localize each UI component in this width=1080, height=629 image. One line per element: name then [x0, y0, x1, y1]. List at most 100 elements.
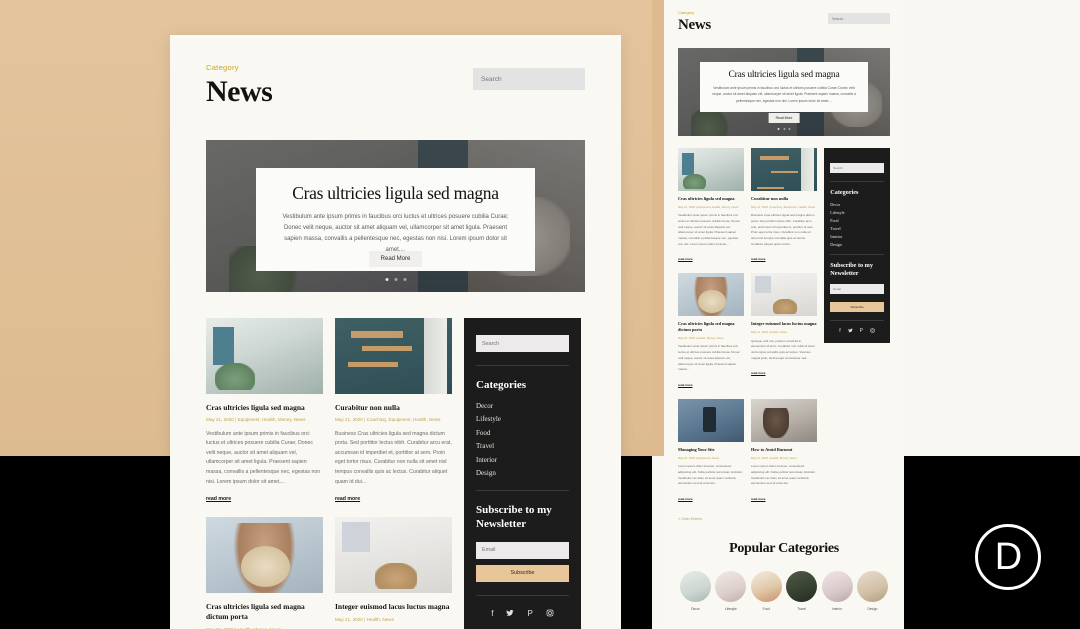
- sidebar-item-travel[interactable]: Travel: [476, 442, 569, 450]
- sidebar-item-food[interactable]: Food: [830, 218, 884, 223]
- page-header: Category News: [206, 63, 585, 108]
- post-read-more-link[interactable]: read more: [751, 497, 766, 501]
- post-thumbnail[interactable]: [751, 273, 817, 317]
- sidebar-item-food[interactable]: Food: [476, 429, 569, 437]
- post-meta: May 21, 2020 | Coaching, Equipment, Heal…: [751, 204, 816, 209]
- post-title[interactable]: How to Avoid Burnout: [751, 447, 817, 453]
- category-thumbnail[interactable]: [750, 570, 782, 602]
- post-card[interactable]: Cras ultricies ligula sed magna dictum p…: [206, 517, 323, 629]
- category-thumbnail[interactable]: [715, 570, 747, 602]
- post-thumbnail[interactable]: [335, 517, 452, 594]
- category-label: Category: [206, 63, 239, 72]
- post-thumbnail[interactable]: [335, 317, 452, 394]
- post-title[interactable]: Cras ultricies ligula sed magna dictum p…: [206, 602, 323, 622]
- post-read-more-link[interactable]: read more: [751, 371, 766, 375]
- post-read-more-link[interactable]: read more: [335, 496, 360, 502]
- instagram-icon[interactable]: [870, 328, 875, 335]
- sidebar-item-design[interactable]: Design: [476, 469, 569, 477]
- popular-category-interior[interactable]: Interior: [821, 570, 853, 611]
- hero-dot-2[interactable]: [783, 128, 785, 130]
- hero-slider-small[interactable]: Cras ultricies ligula sed magna Vestibul…: [678, 48, 890, 136]
- post-thumbnail[interactable]: [751, 148, 817, 191]
- post-title[interactable]: Cras ultricies ligula sed magna: [678, 196, 744, 202]
- sidebar-categories-heading-small: Categories: [830, 189, 859, 196]
- popular-category-food[interactable]: Food: [750, 570, 782, 611]
- post-card[interactable]: Managing Your Site May 21, 2020 | Equipm…: [678, 398, 744, 505]
- popular-category-design[interactable]: Design: [856, 570, 888, 611]
- content-grid-small: Cras ultricies ligula sed magna May 21, …: [678, 148, 890, 505]
- post-thumbnail[interactable]: [678, 273, 744, 317]
- category-label: Travel: [797, 606, 807, 611]
- post-thumbnail[interactable]: [751, 398, 817, 442]
- pinterest-icon[interactable]: P: [860, 328, 863, 335]
- twitter-icon[interactable]: [506, 609, 514, 619]
- hero-dot-2[interactable]: [394, 277, 397, 281]
- post-read-more-link[interactable]: read more: [678, 257, 693, 261]
- hero-dot-1[interactable]: [385, 277, 388, 281]
- pinterest-icon[interactable]: P: [527, 609, 532, 619]
- post-read-more-link[interactable]: read more: [206, 496, 231, 502]
- post-title[interactable]: Cras ultricies ligula sed magna: [206, 403, 323, 413]
- post-thumbnail[interactable]: [206, 517, 323, 594]
- hero-dot-3[interactable]: [403, 277, 406, 281]
- popular-category-lifestyle[interactable]: Lifestyle: [715, 570, 747, 611]
- blog-page-preview-large: Category News Cras ultricies ligula sed …: [170, 35, 621, 629]
- post-thumbnail[interactable]: [206, 317, 323, 394]
- sidebar-search-input-small[interactable]: [830, 163, 884, 173]
- category-thumbnail[interactable]: [680, 570, 711, 602]
- post-title[interactable]: Integer euismod lacus luctus magna: [335, 602, 452, 612]
- post-card[interactable]: How to Avoid Burnout May 21, 2020 | Heal…: [751, 398, 817, 505]
- header-search-input[interactable]: [473, 68, 585, 90]
- post-card[interactable]: Integer euismod lacus luctus magna May 2…: [335, 517, 452, 629]
- newsletter-email-input[interactable]: [476, 541, 569, 559]
- post-card[interactable]: Cras ultricies ligula sed magna May 21, …: [206, 317, 323, 506]
- hero-read-more-button[interactable]: Read More: [368, 250, 423, 267]
- post-card[interactable]: Integer euismod lacus luctus magna May 2…: [751, 273, 817, 391]
- post-card[interactable]: Cras ultricies ligula sed magna dictum p…: [678, 273, 744, 391]
- newsletter-email-input-small[interactable]: [830, 284, 884, 295]
- post-title[interactable]: Managing Your Site: [678, 447, 744, 453]
- sidebar-item-travel[interactable]: Travel: [830, 226, 884, 231]
- hero-slider-dots[interactable]: [385, 277, 406, 281]
- post-thumbnail[interactable]: [678, 148, 744, 191]
- post-excerpt: Lorem ipsum dolor sit amet, consectetur …: [751, 464, 816, 486]
- twitter-icon[interactable]: [847, 328, 853, 335]
- sidebar-item-decor[interactable]: Decor: [830, 202, 884, 207]
- post-title[interactable]: Cras ultricies ligula sed magna dictum p…: [678, 321, 744, 333]
- popular-category-travel[interactable]: Travel: [786, 570, 818, 611]
- post-thumbnail[interactable]: [678, 398, 744, 442]
- hero-dot-3[interactable]: [788, 128, 791, 130]
- hero-read-more-button-small[interactable]: Read More: [768, 113, 800, 123]
- category-thumbnail[interactable]: [856, 570, 888, 602]
- hero-dot-1[interactable]: [777, 128, 780, 130]
- sidebar-search-input[interactable]: [476, 335, 569, 352]
- post-card[interactable]: Cras ultricies ligula sed magna May 21, …: [678, 148, 744, 265]
- sidebar-item-decor[interactable]: Decor: [476, 402, 569, 410]
- post-card[interactable]: Curabitur non nulla May 21, 2020 | Coach…: [751, 148, 817, 265]
- sidebar-item-interior[interactable]: Interior: [476, 456, 569, 464]
- post-read-more-link[interactable]: read more: [678, 383, 693, 387]
- facebook-icon[interactable]: f: [839, 328, 840, 335]
- newsletter-subscribe-button-small[interactable]: Subscribe: [830, 302, 884, 313]
- sidebar-divider: [830, 181, 884, 182]
- sidebar-item-interior[interactable]: Interior: [830, 234, 884, 239]
- older-entries-link[interactable]: « Older Entries: [678, 517, 702, 521]
- category-thumbnail[interactable]: [786, 570, 818, 602]
- sidebar-item-lifestyle[interactable]: Lifestyle: [476, 415, 569, 423]
- post-title[interactable]: Integer euismod lacus luctus magna: [751, 321, 817, 327]
- sidebar-item-design[interactable]: Design: [830, 242, 884, 247]
- newsletter-subscribe-button[interactable]: Subscribe: [476, 564, 569, 582]
- sidebar-item-lifestyle[interactable]: Lifestyle: [830, 210, 884, 215]
- facebook-icon[interactable]: f: [491, 609, 493, 619]
- post-read-more-link[interactable]: read more: [678, 497, 693, 501]
- post-read-more-link[interactable]: read more: [751, 257, 766, 261]
- popular-category-decor[interactable]: Decor: [680, 570, 711, 611]
- header-search-input-small[interactable]: [828, 13, 890, 24]
- post-title[interactable]: Curabitur non nulla: [335, 403, 452, 413]
- hero-slider[interactable]: Cras ultricies ligula sed magna Vestibul…: [206, 139, 585, 292]
- instagram-icon[interactable]: [546, 609, 554, 619]
- hero-slider-dots-small[interactable]: [777, 128, 791, 130]
- category-thumbnail[interactable]: [821, 570, 853, 602]
- post-title[interactable]: Curabitur non nulla: [751, 196, 817, 202]
- post-card[interactable]: Curabitur non nulla May 21, 2020 | Coach…: [335, 317, 452, 506]
